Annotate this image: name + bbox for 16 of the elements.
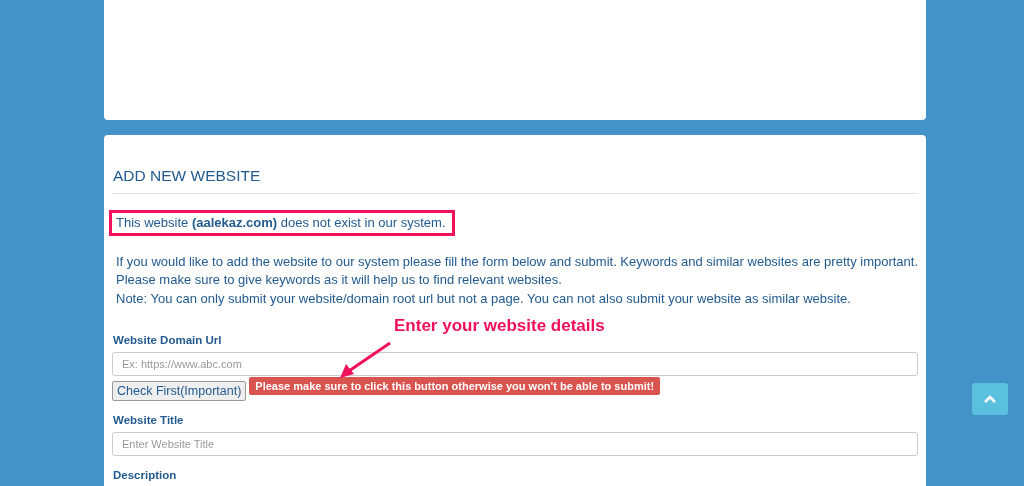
field-label: Description [113, 468, 178, 481]
warning-label: Please make sure to click this button otherwise you won't be able to submit! [249, 376, 661, 395]
chevron-up-icon [984, 395, 996, 403]
scroll-top-button[interactable] [972, 383, 1008, 415]
intro-text: Please make sure to give keywords as it will help us to find relevant websites. [116, 271, 563, 290]
url-field[interactable]: Ex: https://www.abc.com [112, 351, 919, 376]
notice-text: This website (aalekaz.com) does not exist in our system. [109, 210, 455, 236]
annotation-text: Enter your website details [394, 316, 605, 336]
field-label: Website Title [113, 413, 185, 426]
title-field[interactable]: Enter Website Title [112, 431, 919, 456]
annotation-arrow [340, 341, 391, 378]
intro-text: Note: You can only submit your website/domain root url but not a page. You can not also submit your website as similar website. [116, 289, 852, 308]
section-title: ADD NEW WEBSITE [112, 161, 919, 194]
field-label: Website Domain Url [113, 333, 223, 346]
check-button[interactable]: Check First(Important) [112, 380, 247, 401]
intro-text: If you would like to add the website to our system please fill the form below and submit. Keywords and similar websites are pretty important. [116, 253, 919, 271]
